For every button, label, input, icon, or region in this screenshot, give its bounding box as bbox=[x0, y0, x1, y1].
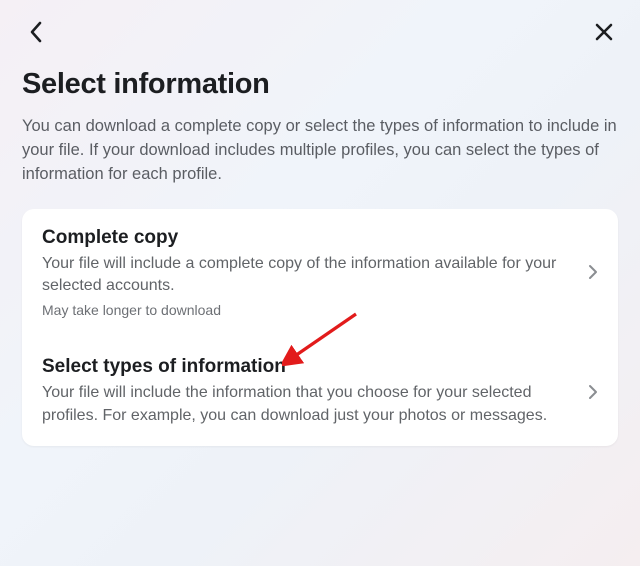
option-title: Complete copy bbox=[42, 227, 576, 249]
option-title: Select types of information bbox=[42, 356, 576, 378]
option-select-types[interactable]: Select types of information Your file wi… bbox=[22, 336, 618, 445]
option-body: Complete copy Your file will include a c… bbox=[42, 227, 588, 318]
options-card: Complete copy Your file will include a c… bbox=[22, 209, 618, 446]
content: Select information You can download a co… bbox=[0, 46, 640, 446]
back-button[interactable] bbox=[22, 18, 50, 46]
topbar bbox=[0, 0, 640, 46]
page-lead: You can download a complete copy or sele… bbox=[22, 115, 618, 187]
option-desc: Your file will include the information t… bbox=[42, 382, 576, 427]
page-title: Select information bbox=[22, 68, 618, 101]
close-button[interactable] bbox=[590, 18, 618, 46]
chevron-left-icon bbox=[29, 21, 43, 43]
chevron-right-icon bbox=[588, 264, 598, 280]
option-complete-copy[interactable]: Complete copy Your file will include a c… bbox=[22, 209, 618, 336]
close-icon bbox=[594, 22, 614, 42]
option-note: May take longer to download bbox=[42, 302, 576, 318]
option-body: Select types of information Your file wi… bbox=[42, 356, 588, 427]
chevron-right-icon bbox=[588, 384, 598, 400]
option-desc: Your file will include a complete copy o… bbox=[42, 253, 576, 298]
